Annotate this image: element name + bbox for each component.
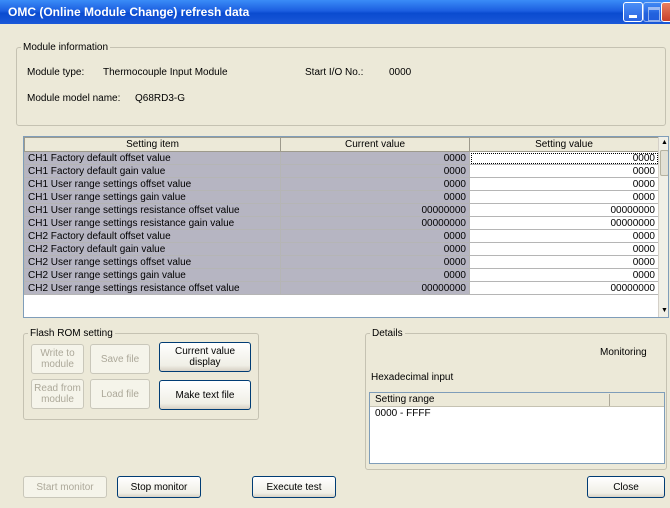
monitoring-status: Monitoring xyxy=(600,347,647,358)
setting-range-value: 0000 - FFFF xyxy=(375,408,431,419)
flash-rom-setting-legend: Flash ROM setting xyxy=(30,328,113,339)
start-monitor-button[interactable]: Start monitor xyxy=(23,476,107,498)
minimize-icon[interactable] xyxy=(623,2,643,22)
table-row[interactable]: CH1 User range settings resistance offse… xyxy=(24,203,659,217)
current-value-cell: 00000000 xyxy=(280,203,470,217)
setting-item-cell: CH2 User range settings gain value xyxy=(24,268,281,282)
current-value-cell: 0000 xyxy=(280,255,470,269)
setting-item-cell: CH1 User range settings resistance offse… xyxy=(24,203,281,217)
title-bar[interactable]: OMC (Online Module Change) refresh data xyxy=(0,0,670,24)
settings-table: Setting item Current value Setting value… xyxy=(24,137,659,295)
setting-value-cell[interactable]: 0000 xyxy=(469,164,659,178)
setting-value-cell[interactable]: 0000 xyxy=(469,242,659,256)
setting-item-cell: CH1 Factory default offset value xyxy=(24,151,281,165)
setting-item-cell: CH1 User range settings offset value xyxy=(24,177,281,191)
settings-grid: Setting item Current value Setting value… xyxy=(23,136,669,318)
module-type-label: Module type: xyxy=(27,67,85,78)
details-legend: Details xyxy=(372,328,403,339)
write-to-module-button[interactable]: Write to module xyxy=(31,344,84,374)
current-value-cell: 00000000 xyxy=(280,281,470,295)
table-row[interactable]: CH1 User range settings gain value 0000 00… xyxy=(24,190,659,204)
grid-scrollbar[interactable]: ▲ ▼ xyxy=(658,137,668,317)
setting-item-cell: CH1 User range settings gain value xyxy=(24,190,281,204)
current-value-cell: 0000 xyxy=(280,190,470,204)
current-value-cell: 0000 xyxy=(280,229,470,243)
setting-value-cell[interactable]: 0000 xyxy=(469,229,659,243)
table-row[interactable]: CH2 Factory default gain value 0000 0000 xyxy=(24,242,659,256)
column-header-setting-item[interactable]: Setting item xyxy=(24,137,281,152)
current-value-cell: 0000 xyxy=(280,177,470,191)
module-information-group: Module information xyxy=(16,42,666,126)
setting-item-cell: CH2 Factory default offset value xyxy=(24,229,281,243)
table-row[interactable]: CH2 User range settings gain value 0000 00… xyxy=(24,268,659,282)
load-file-button[interactable]: Load file xyxy=(90,379,150,409)
scroll-down-icon[interactable]: ▼ xyxy=(659,305,668,317)
table-row[interactable]: CH1 Factory default gain value 0000 0000 xyxy=(24,164,659,178)
model-name-value: Q68RD3-G xyxy=(135,93,186,104)
setting-value-cell[interactable]: 0000 xyxy=(469,177,659,191)
module-type-value: Thermocouple Input Module xyxy=(103,67,228,78)
start-io-value: 0000 xyxy=(389,67,412,78)
start-io-label: Start I/O No.: xyxy=(305,67,364,78)
setting-item-cell: CH1 User range settings resistance gain … xyxy=(24,216,281,230)
table-row[interactable]: CH2 Factory default offset value 0000 0000 xyxy=(24,229,659,243)
table-row[interactable]: CH1 User range settings resistance gain … xyxy=(24,216,659,230)
setting-value-cell[interactable]: 0000 xyxy=(469,151,659,165)
model-name-label: Module model name: xyxy=(27,93,121,104)
setting-value-cell[interactable]: 0000 xyxy=(469,255,659,269)
column-header-setting-value[interactable]: Setting value xyxy=(469,137,659,152)
setting-item-cell: CH2 User range settings resistance offse… xyxy=(24,281,281,295)
setting-value-cell[interactable]: 00000000 xyxy=(469,281,659,295)
execute-test-button[interactable]: Execute test xyxy=(252,476,336,498)
setting-value-cell[interactable]: 0000 xyxy=(469,190,659,204)
scroll-thumb[interactable] xyxy=(660,150,668,176)
setting-value-cell[interactable]: 00000000 xyxy=(469,203,659,217)
scroll-up-icon[interactable]: ▲ xyxy=(659,137,668,149)
module-information-legend: Module information xyxy=(23,42,109,53)
table-row[interactable]: CH2 User range settings offset value 0000… xyxy=(24,255,659,269)
table-row[interactable]: CH2 User range settings resistance offse… xyxy=(24,281,659,295)
current-value-cell: 0000 xyxy=(280,268,470,282)
read-from-module-button[interactable]: Read from module xyxy=(31,379,84,409)
omc-refresh-dialog: OMC (Online Module Change) refresh data … xyxy=(0,0,670,508)
column-divider xyxy=(609,394,610,406)
stop-monitor-button[interactable]: Stop monitor xyxy=(117,476,201,498)
setting-value-cell[interactable]: 0000 xyxy=(469,268,659,282)
window-title: OMC (Online Module Change) refresh data xyxy=(8,5,250,19)
setting-range-column-label: Setting range xyxy=(375,394,435,405)
current-value-cell: 0000 xyxy=(280,164,470,178)
close-button[interactable]: Close xyxy=(587,476,665,498)
setting-range-list[interactable]: Setting range 0000 - FFFF xyxy=(369,392,665,464)
maximize-icon xyxy=(643,2,663,22)
current-value-cell: 00000000 xyxy=(280,216,470,230)
current-value-cell: 0000 xyxy=(280,151,470,165)
save-file-button[interactable]: Save file xyxy=(90,344,150,374)
setting-item-cell: CH2 User range settings offset value xyxy=(24,255,281,269)
table-row[interactable]: CH1 Factory default offset value 0000 0000 xyxy=(24,151,659,165)
setting-item-cell: CH2 Factory default gain value xyxy=(24,242,281,256)
setting-item-cell: CH1 Factory default gain value xyxy=(24,164,281,178)
setting-range-header: Setting range xyxy=(370,393,664,407)
column-header-current-value[interactable]: Current value xyxy=(280,137,470,152)
setting-value-cell[interactable]: 00000000 xyxy=(469,216,659,230)
close-icon[interactable] xyxy=(661,2,670,22)
table-row[interactable]: CH1 User range settings offset value 0000… xyxy=(24,177,659,191)
current-value-cell: 0000 xyxy=(280,242,470,256)
make-text-file-button[interactable]: Make text file xyxy=(159,380,251,410)
input-mode-label: Hexadecimal input xyxy=(371,372,454,383)
current-value-display-button[interactable]: Current value display xyxy=(159,342,251,372)
